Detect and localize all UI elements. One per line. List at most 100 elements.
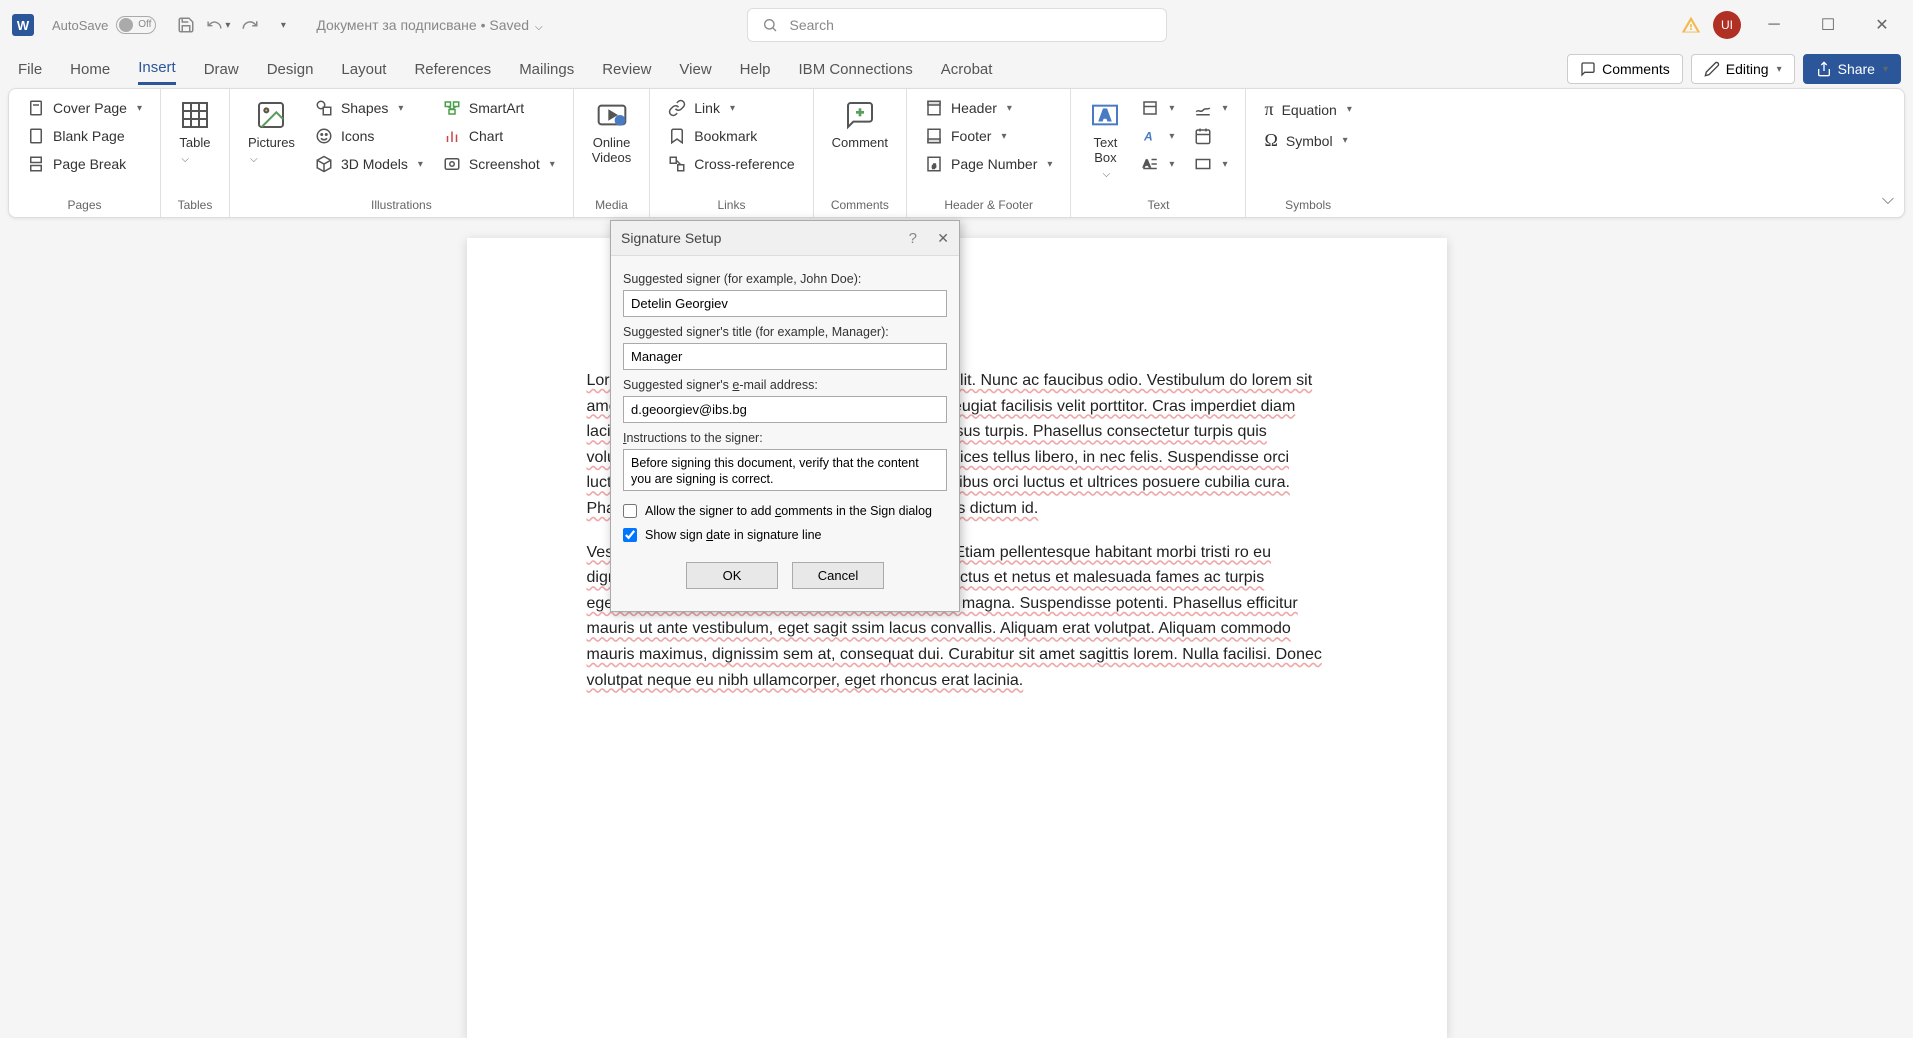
group-label-links: Links: [662, 195, 800, 215]
tab-acrobat[interactable]: Acrobat: [941, 55, 993, 84]
smartart-icon: [443, 99, 461, 117]
text-box-button[interactable]: A Text Box⌵: [1083, 95, 1127, 184]
comments-button[interactable]: Comments: [1567, 54, 1683, 84]
tab-file[interactable]: File: [18, 55, 42, 84]
pencil-icon: [1704, 61, 1720, 77]
tab-ibm-connections[interactable]: IBM Connections: [799, 55, 913, 84]
ok-button[interactable]: OK: [686, 562, 778, 589]
page-break-icon: [27, 155, 45, 173]
undo-button[interactable]: ▾: [206, 13, 230, 37]
footer-button[interactable]: Footer▾: [919, 123, 1058, 149]
maximize-button[interactable]: ☐: [1807, 9, 1849, 41]
comment-bubble-icon: [844, 99, 876, 131]
omega-icon: Ω: [1264, 130, 1277, 151]
date-time-button[interactable]: [1188, 123, 1233, 149]
qat-more[interactable]: ▾: [270, 13, 294, 37]
dropcap-button[interactable]: A▾: [1135, 151, 1180, 177]
blank-page-button[interactable]: Blank Page: [21, 123, 148, 149]
bookmark-icon: [668, 127, 686, 145]
show-date-check[interactable]: [623, 528, 637, 542]
editing-button[interactable]: Editing▾: [1691, 54, 1795, 84]
show-date-checkbox[interactable]: Show sign date in signature line: [623, 528, 947, 542]
group-label-symbols: Symbols: [1258, 195, 1357, 215]
tab-home[interactable]: Home: [70, 55, 110, 84]
pictures-button[interactable]: Pictures⌵: [242, 95, 301, 169]
tab-review[interactable]: Review: [602, 55, 651, 84]
tab-draw[interactable]: Draw: [204, 55, 239, 84]
signer-input[interactable]: [623, 290, 947, 317]
close-button[interactable]: ✕: [1861, 9, 1903, 41]
svg-text:A: A: [1143, 130, 1153, 144]
document-title[interactable]: Документ за подписване • Saved ⌵: [316, 17, 542, 33]
pictures-icon: [255, 99, 287, 131]
tab-design[interactable]: Design: [267, 55, 314, 84]
autosave-toggle[interactable]: Off: [116, 16, 156, 34]
page-break-button[interactable]: Page Break: [21, 151, 148, 177]
group-comments: Comment Comments: [814, 89, 907, 217]
chart-button[interactable]: Chart: [437, 123, 561, 149]
header-icon: [925, 99, 943, 117]
symbol-button[interactable]: ΩSymbol▾: [1258, 126, 1357, 155]
collapse-ribbon-button[interactable]: ⌵: [1882, 191, 1894, 209]
allow-comments-check[interactable]: [623, 504, 637, 518]
quick-parts-button[interactable]: ▾: [1135, 95, 1180, 121]
tab-help[interactable]: Help: [740, 55, 771, 84]
dialog-close-button[interactable]: ✕: [937, 230, 949, 247]
shapes-button[interactable]: Shapes▾: [309, 95, 429, 121]
crossref-icon: [668, 155, 686, 173]
object-button[interactable]: ▾: [1188, 151, 1233, 177]
email-input[interactable]: [623, 396, 947, 423]
search-icon: [762, 17, 778, 33]
wordart-button[interactable]: A▾: [1135, 123, 1180, 149]
table-button[interactable]: Table⌵: [173, 95, 217, 169]
user-avatar[interactable]: UI: [1713, 11, 1741, 39]
shapes-icon: [315, 99, 333, 117]
tab-layout[interactable]: Layout: [341, 55, 386, 84]
cover-page-button[interactable]: Cover Page▾: [21, 95, 148, 121]
group-symbols: πEquation▾ ΩSymbol▾ Symbols: [1246, 89, 1369, 217]
wordart-icon: A: [1141, 127, 1159, 145]
share-button[interactable]: Share▾: [1803, 54, 1901, 84]
crossref-button[interactable]: Cross-reference: [662, 151, 800, 177]
equation-button[interactable]: πEquation▾: [1258, 95, 1357, 124]
tab-mailings[interactable]: Mailings: [519, 55, 574, 84]
signer-title-input[interactable]: [623, 343, 947, 370]
dialog-titlebar[interactable]: Signature Setup ? ✕: [611, 221, 959, 255]
tab-insert[interactable]: Insert: [138, 53, 176, 85]
svg-text:A: A: [1100, 107, 1112, 124]
instructions-input[interactable]: Before signing this document, verify tha…: [623, 449, 947, 491]
page-number-button[interactable]: #Page Number▾: [919, 151, 1058, 177]
group-text: A Text Box⌵ ▾ A▾ A▾ ▾ ▾ Text: [1071, 89, 1246, 217]
redo-button[interactable]: [238, 13, 262, 37]
textbox-icon: A: [1089, 99, 1121, 131]
minimize-button[interactable]: ─: [1753, 9, 1795, 41]
page-icon: [27, 99, 45, 117]
allow-comments-checkbox[interactable]: Allow the signer to add comments in the …: [623, 504, 947, 518]
title-bar: W AutoSave Off ▾ ▾ Документ за подписван…: [0, 0, 1913, 50]
bookmark-button[interactable]: Bookmark: [662, 123, 800, 149]
tab-view[interactable]: View: [679, 55, 711, 84]
link-button[interactable]: Link▾: [662, 95, 800, 121]
cancel-button[interactable]: Cancel: [792, 562, 884, 589]
warning-icon[interactable]: [1681, 15, 1701, 35]
signature-setup-dialog: Signature Setup ? ✕ Suggested signer (fo…: [610, 220, 960, 612]
save-button[interactable]: [174, 13, 198, 37]
screenshot-icon: [443, 155, 461, 173]
svg-text:#: #: [932, 165, 936, 171]
group-media: Online Videos Media: [574, 89, 651, 217]
online-videos-button[interactable]: Online Videos: [586, 95, 638, 169]
dialog-help-button[interactable]: ?: [909, 230, 917, 247]
tab-references[interactable]: References: [414, 55, 491, 84]
3d-models-button[interactable]: 3D Models▾: [309, 151, 429, 177]
signature-line-button[interactable]: ▾: [1188, 95, 1233, 121]
chart-icon: [443, 127, 461, 145]
icons-button[interactable]: Icons: [309, 123, 429, 149]
group-label-comments: Comments: [826, 195, 894, 215]
header-button[interactable]: Header▾: [919, 95, 1058, 121]
smartart-button[interactable]: SmartArt: [437, 95, 561, 121]
icons-icon: [315, 127, 333, 145]
screenshot-button[interactable]: Screenshot▾: [437, 151, 561, 177]
search-input[interactable]: Search: [747, 8, 1167, 42]
comment-button[interactable]: Comment: [826, 95, 894, 154]
page-number-icon: #: [925, 155, 943, 173]
